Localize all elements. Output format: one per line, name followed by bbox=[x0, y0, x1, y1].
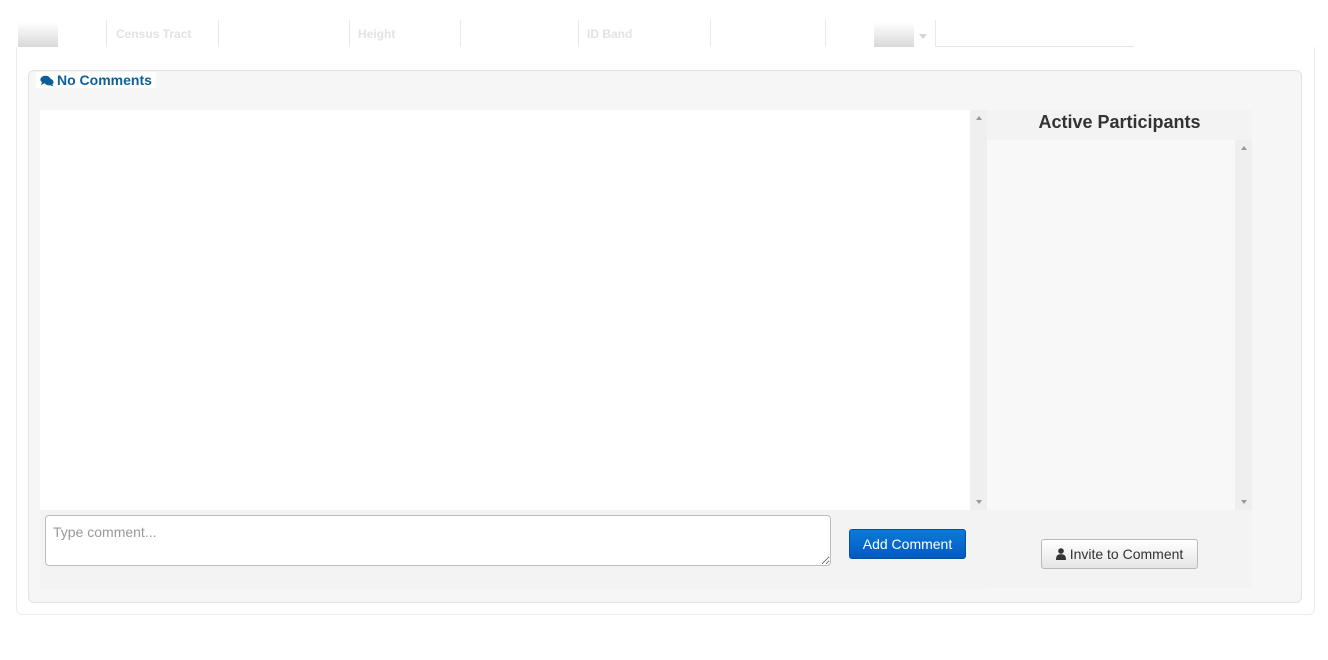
comment-list bbox=[40, 110, 970, 510]
scroll-down-icon[interactable] bbox=[975, 500, 982, 504]
column-divider bbox=[710, 20, 711, 47]
column-divider bbox=[349, 20, 350, 47]
invite-to-comment-label: Invite to Comment bbox=[1069, 546, 1184, 562]
scroll-up-icon[interactable] bbox=[975, 116, 982, 120]
comments-legend-label: No Comments bbox=[57, 72, 152, 88]
header-cell-shade bbox=[874, 22, 914, 47]
participants-scrollbar[interactable] bbox=[1235, 140, 1252, 510]
column-divider bbox=[106, 20, 107, 47]
comment-list-scrollbar[interactable] bbox=[970, 110, 987, 510]
participants-list bbox=[987, 140, 1235, 510]
column-header-id-band: ID Band bbox=[587, 27, 633, 41]
scroll-up-icon[interactable] bbox=[1240, 146, 1247, 150]
column-divider bbox=[935, 20, 936, 47]
table-header-remnant: Census Tract Height ID Band bbox=[16, 0, 1313, 50]
invite-to-comment-button[interactable]: Invite to Comment bbox=[1041, 539, 1198, 569]
comments-icon bbox=[40, 75, 54, 87]
chevron-down-icon bbox=[919, 34, 927, 39]
header-cell-shade bbox=[18, 22, 58, 47]
column-divider bbox=[460, 20, 461, 47]
comments-legend: No Comments bbox=[36, 72, 156, 88]
participants-title: Active Participants bbox=[1038, 112, 1201, 132]
add-comment-button[interactable]: Add Comment bbox=[849, 529, 966, 559]
column-header-census-tract: Census Tract bbox=[116, 27, 192, 41]
comment-input[interactable] bbox=[45, 515, 831, 566]
column-divider bbox=[218, 20, 219, 47]
user-icon bbox=[1055, 548, 1066, 560]
scroll-down-icon[interactable] bbox=[1240, 500, 1247, 504]
column-header-height: Height bbox=[358, 27, 396, 41]
column-divider bbox=[578, 20, 579, 47]
column-divider bbox=[825, 20, 826, 47]
